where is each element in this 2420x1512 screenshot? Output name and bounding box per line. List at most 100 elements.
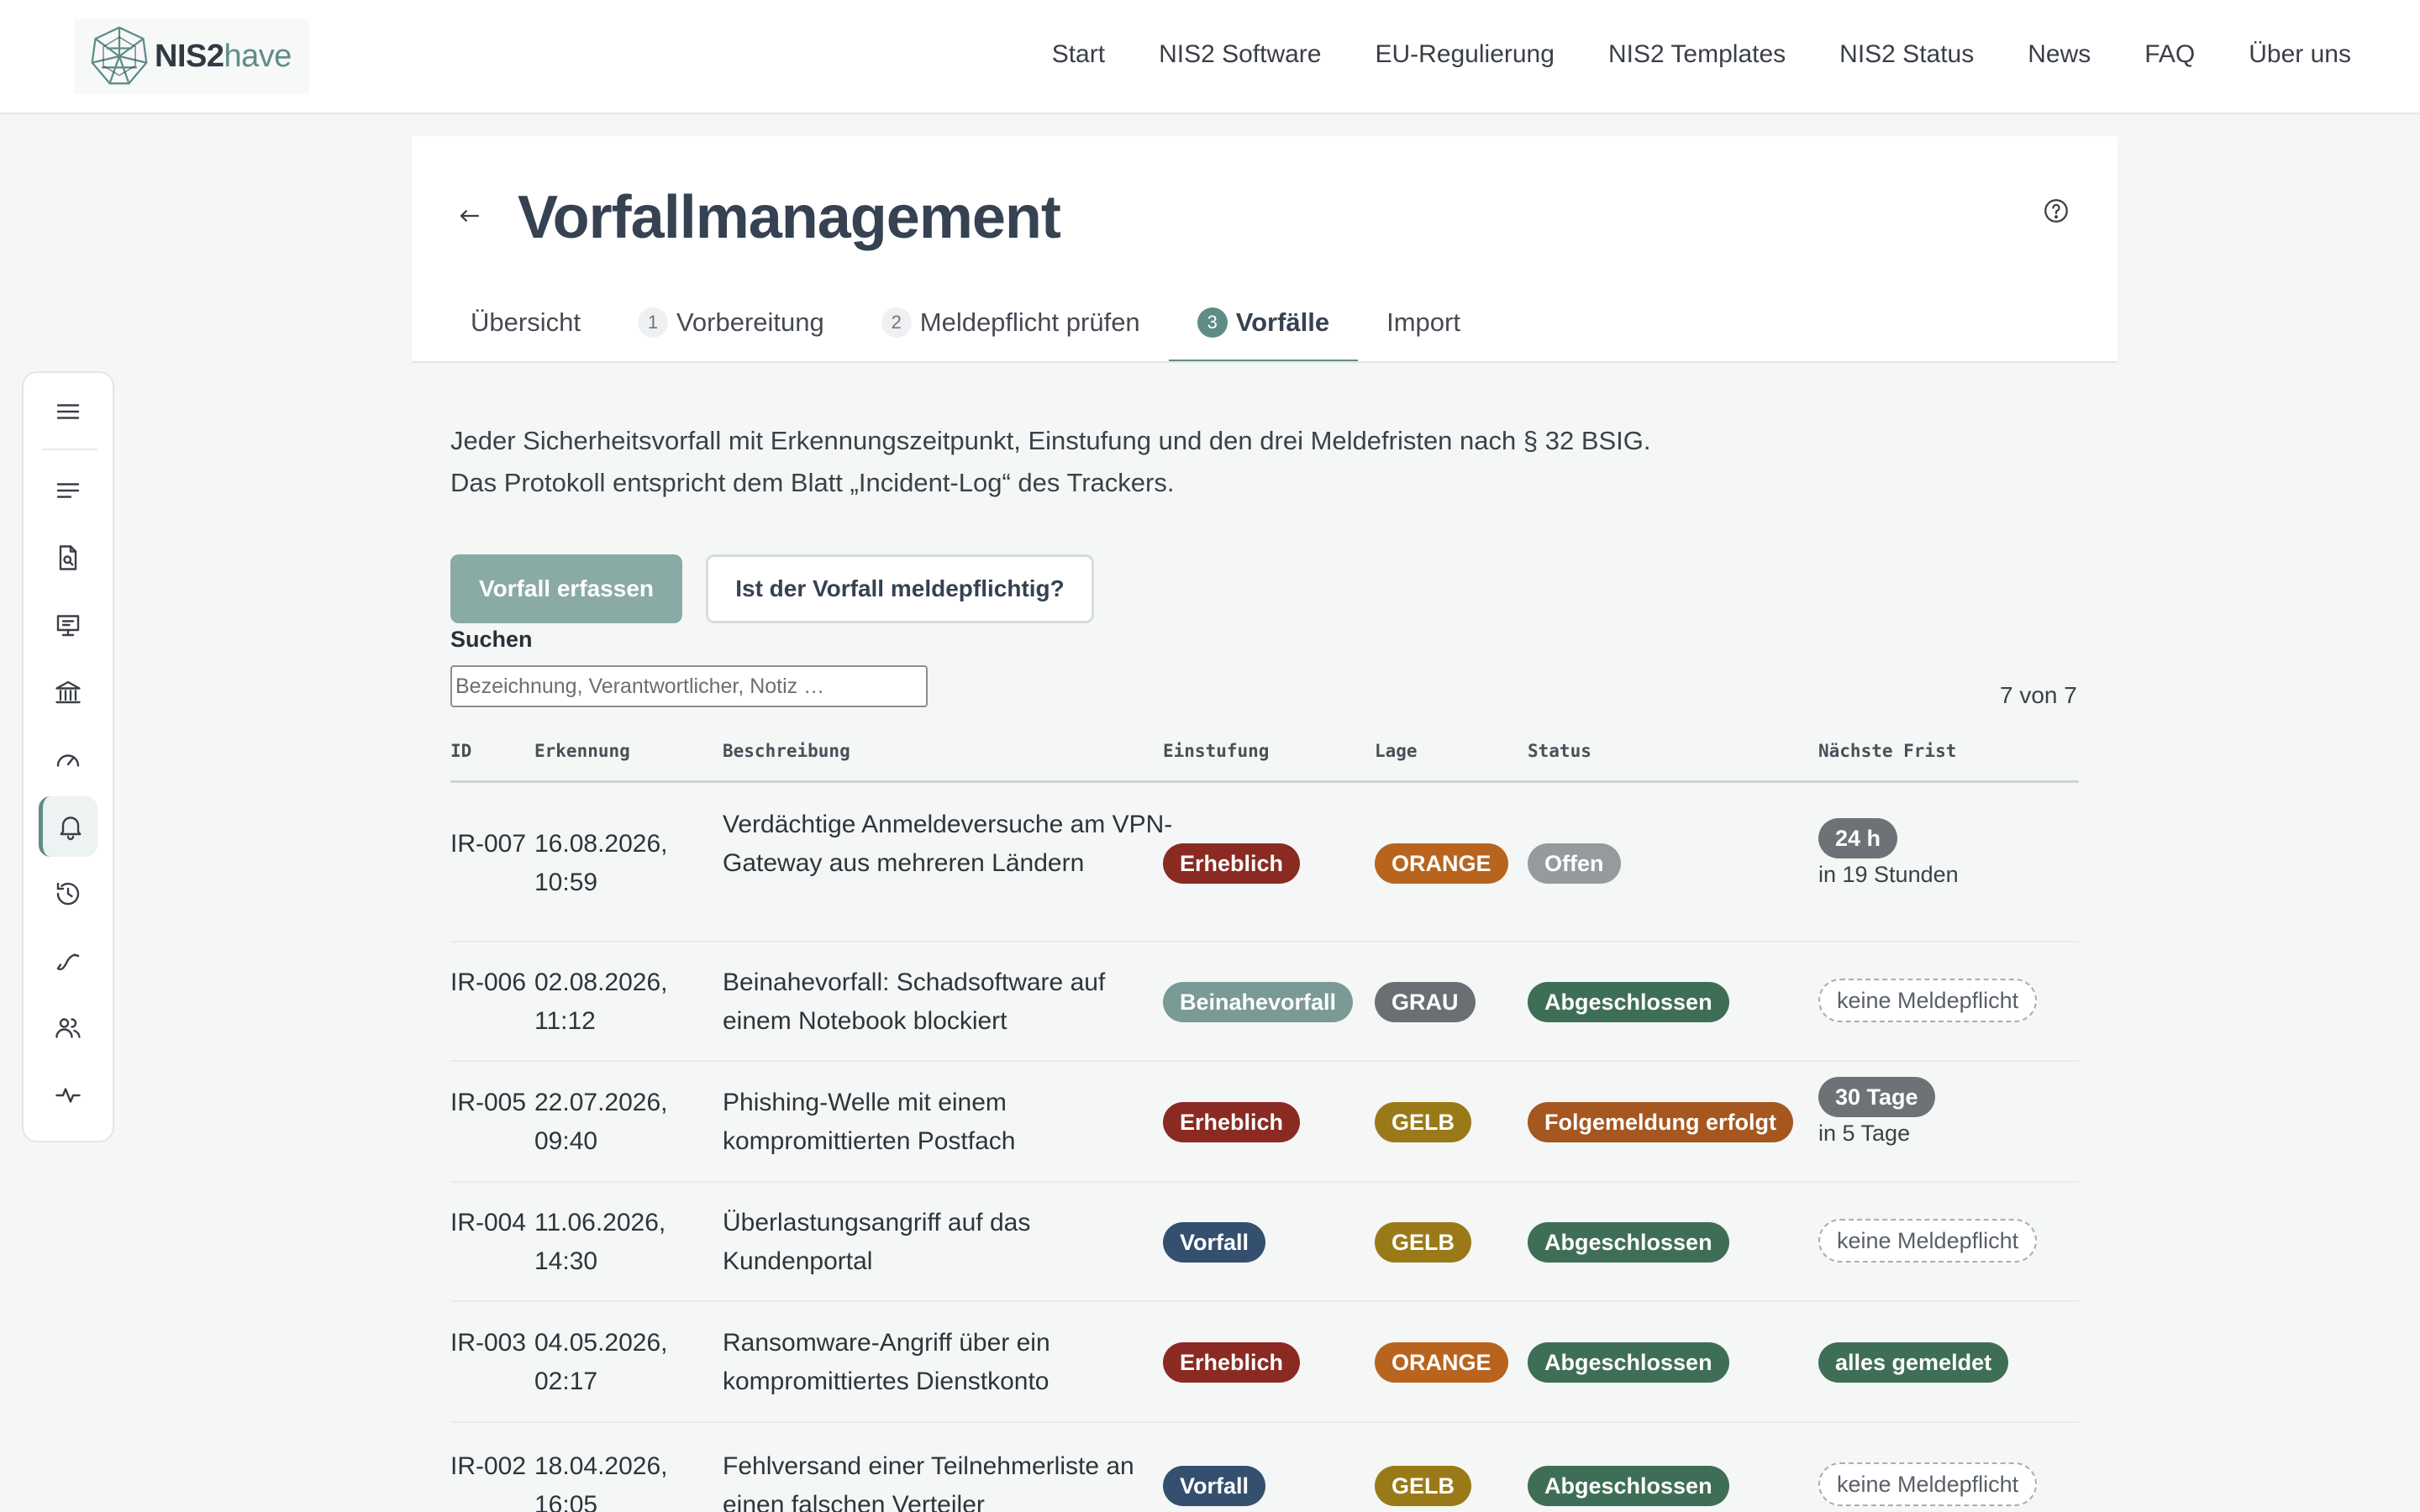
nav-link-faq[interactable]: FAQ xyxy=(2144,40,2195,69)
detected-at: 18.04.2026, 16:05 xyxy=(534,1452,668,1512)
incident-id: IR-004 xyxy=(450,1209,527,1236)
step-number: 3 xyxy=(1197,307,1228,338)
logo-icon xyxy=(91,26,148,85)
classification-badge: Vorfall xyxy=(1163,1466,1266,1506)
incident-id: IR-006 xyxy=(450,969,527,996)
table-row[interactable]: IR-002 18.04.2026, 16:05 Fehlversand einer… xyxy=(450,1423,2079,1512)
add-incident-button[interactable]: Vorfall erfassen xyxy=(450,554,682,623)
status-badge: Folgemeldung erfolgt xyxy=(1528,1102,1793,1142)
detected-at: 22.07.2026, 09:40 xyxy=(534,1089,668,1155)
column-header-lage[interactable]: Lage xyxy=(1375,741,1418,761)
bell-icon[interactable] xyxy=(39,796,97,857)
list-icon[interactable] xyxy=(39,460,97,521)
lage-badge: GELB xyxy=(1375,1466,1472,1506)
activity-icon[interactable] xyxy=(39,1065,97,1126)
next-deadline: keine Meldepflicht xyxy=(1818,979,2038,1022)
tab-bar: Übersicht 1 Vorbereitung 2 Meldepflicht pr… xyxy=(442,296,1489,363)
classification-badge: Beinahevorfall xyxy=(1163,982,1354,1022)
menu-icon[interactable] xyxy=(39,381,97,442)
table-row[interactable]: IR-005 22.07.2026, 09:40 Phishing-Welle mi… xyxy=(450,1062,2079,1183)
nav-link-nis2-software[interactable]: NIS2 Software xyxy=(1159,40,1321,69)
nav-link-news[interactable]: News xyxy=(2028,40,2091,69)
classification-badge: Erheblich xyxy=(1163,1342,1301,1383)
incident-description: Fehlversand einer Teilnehmerliste an ein… xyxy=(723,1452,1134,1512)
tab-divider xyxy=(412,361,2118,363)
table-row[interactable]: IR-003 04.05.2026, 02:17 Ransomware-Angrif… xyxy=(450,1302,2079,1423)
table-row[interactable]: IR-006 02.08.2026, 11:12 Beinahevorfall: S… xyxy=(450,942,2079,1062)
users-icon[interactable] xyxy=(39,998,97,1058)
status-badge: Abgeschlossen xyxy=(1528,1222,1729,1263)
incident-id: IR-003 xyxy=(450,1329,527,1357)
step-number: 1 xyxy=(637,307,668,338)
brand-prefix: NIS2 xyxy=(155,38,224,74)
detected-at: 02.08.2026, 11:12 xyxy=(534,969,668,1035)
column-header-erkennung[interactable]: Erkennung xyxy=(534,741,630,761)
side-toolbar xyxy=(22,371,114,1142)
lage-badge: GELB xyxy=(1375,1222,1472,1263)
table-header: ID Erkennung Beschreibung Einstufung Lag… xyxy=(450,727,2079,783)
classification-badge: Erheblich xyxy=(1163,843,1301,884)
nav-link-nis2-templates[interactable]: NIS2 Templates xyxy=(1608,40,1786,69)
lage-badge: ORANGE xyxy=(1375,1342,1508,1383)
nav-link-nis2-status[interactable]: NIS2 Status xyxy=(1839,40,1974,69)
column-header-id[interactable]: ID xyxy=(450,741,471,761)
presentation-icon[interactable] xyxy=(39,595,97,655)
lage-badge: GELB xyxy=(1375,1102,1472,1142)
brand-suffix: have xyxy=(224,38,292,74)
nav-link-start[interactable]: Start xyxy=(1052,40,1105,69)
tab-vorfaelle[interactable]: 3 Vorfälle xyxy=(1168,296,1359,363)
column-header-einstufung[interactable]: Einstufung xyxy=(1163,741,1269,761)
status-badge: Abgeschlossen xyxy=(1528,1466,1729,1506)
next-deadline: alles gemeldet xyxy=(1818,1342,2009,1383)
brand-wordmark: NIS2have xyxy=(155,39,292,75)
tab-label: Meldepflicht prüfen xyxy=(919,307,1140,337)
all-reported-badge: alles gemeldet xyxy=(1818,1342,2009,1383)
tab-uebersicht[interactable]: Übersicht xyxy=(442,296,609,349)
search-label: Suchen xyxy=(450,627,533,652)
next-deadline: keine Meldepflicht xyxy=(1818,1219,2038,1263)
sidebar-divider xyxy=(42,449,97,450)
classification-badge: Erheblich xyxy=(1163,1102,1301,1142)
column-header-beschreibung[interactable]: Beschreibung xyxy=(723,741,850,761)
back-arrow-icon[interactable] xyxy=(455,202,484,230)
page-header-card: Vorfallmanagement Übersicht 1 Vorbereitun… xyxy=(412,136,2118,363)
check-reportable-button[interactable]: Ist der Vorfall meldepflichtig? xyxy=(706,554,1094,623)
status-badge: Abgeschlossen xyxy=(1528,1342,1729,1383)
deadline-remaining: in 5 Tage xyxy=(1818,1121,1911,1146)
column-header-status[interactable]: Status xyxy=(1528,741,1591,761)
column-header-naechste-frist[interactable]: Nächste Frist xyxy=(1818,741,1956,761)
table-row[interactable]: IR-007 16.08.2026, 10:59 Verdächtige Anmel… xyxy=(450,785,2079,942)
intro-text: Jeder Sicherheitsvorfall mit Erkennungsz… xyxy=(450,426,1651,497)
step-number: 2 xyxy=(881,307,912,338)
tab-import[interactable]: Import xyxy=(1358,296,1489,349)
top-navigation-bar: NIS2have Start NIS2 Software EU-Regulier… xyxy=(0,0,2420,114)
no-reporting-badge: keine Meldepflicht xyxy=(1818,979,2038,1022)
incident-description: Überlastungsangriff auf das Kundenportal xyxy=(723,1209,1031,1275)
history-icon[interactable] xyxy=(39,864,97,924)
incident-id: IR-007 xyxy=(450,830,527,858)
incident-description: Verdächtige Anmeldeversuche am VPN-Gatew… xyxy=(723,811,1173,877)
no-reporting-badge: keine Meldepflicht xyxy=(1818,1219,2038,1263)
link-icon[interactable] xyxy=(39,931,97,991)
nav-link-eu-regulierung[interactable]: EU-Regulierung xyxy=(1375,40,1554,69)
tab-label: Import xyxy=(1386,307,1460,337)
next-deadline: keine Meldepflicht xyxy=(1818,1462,2038,1506)
deadline-badge: 30 Tage xyxy=(1818,1077,1935,1117)
detected-at: 11.06.2026, 14:30 xyxy=(534,1209,666,1275)
tab-meldepflicht-pruefen[interactable]: 2 Meldepflicht prüfen xyxy=(853,296,1169,349)
classification-badge: Vorfall xyxy=(1163,1222,1266,1263)
help-icon[interactable] xyxy=(2042,197,2070,225)
incident-description: Phishing-Welle mit einem kompromittierte… xyxy=(723,1089,1016,1155)
incident-description: Beinahevorfall: Schadsoftware auf einem … xyxy=(723,969,1106,1035)
status-badge: Offen xyxy=(1528,843,1621,884)
search-input[interactable] xyxy=(450,665,928,707)
tab-label: Vorbereitung xyxy=(676,307,824,337)
document-search-icon[interactable] xyxy=(39,528,97,588)
nav-link-ueber-uns[interactable]: Über uns xyxy=(2249,40,2351,69)
tab-vorbereitung[interactable]: 1 Vorbereitung xyxy=(609,296,853,349)
logo[interactable]: NIS2have xyxy=(74,18,309,94)
institution-icon[interactable] xyxy=(39,662,97,722)
table-row[interactable]: IR-004 11.06.2026, 14:30 Überlastungsangri… xyxy=(450,1183,2079,1302)
speedometer-icon[interactable] xyxy=(39,729,97,790)
no-reporting-badge: keine Meldepflicht xyxy=(1818,1462,2038,1506)
